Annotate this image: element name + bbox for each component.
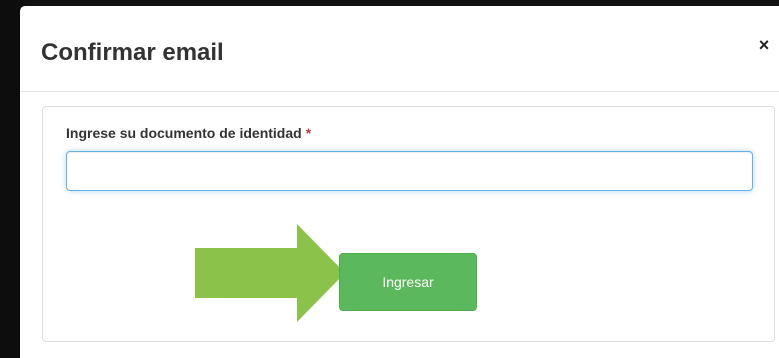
close-icon[interactable]: × — [755, 36, 773, 54]
required-marker: * — [305, 125, 312, 141]
document-field-label-text: Ingrese su documento de identidad — [66, 125, 302, 141]
document-field-label: Ingrese su documento de identidad * — [66, 124, 311, 142]
arrow-right-icon — [195, 224, 345, 322]
submit-button[interactable]: Ingresar — [339, 253, 477, 311]
modal-title: Confirmar email — [41, 39, 224, 66]
modal-header: Confirmar email × — [20, 6, 779, 92]
document-id-input[interactable] — [66, 151, 753, 191]
confirm-email-modal: Confirmar email × Ingrese su documento d… — [20, 6, 779, 358]
form-panel: Ingrese su documento de identidad * Ingre… — [42, 106, 775, 342]
